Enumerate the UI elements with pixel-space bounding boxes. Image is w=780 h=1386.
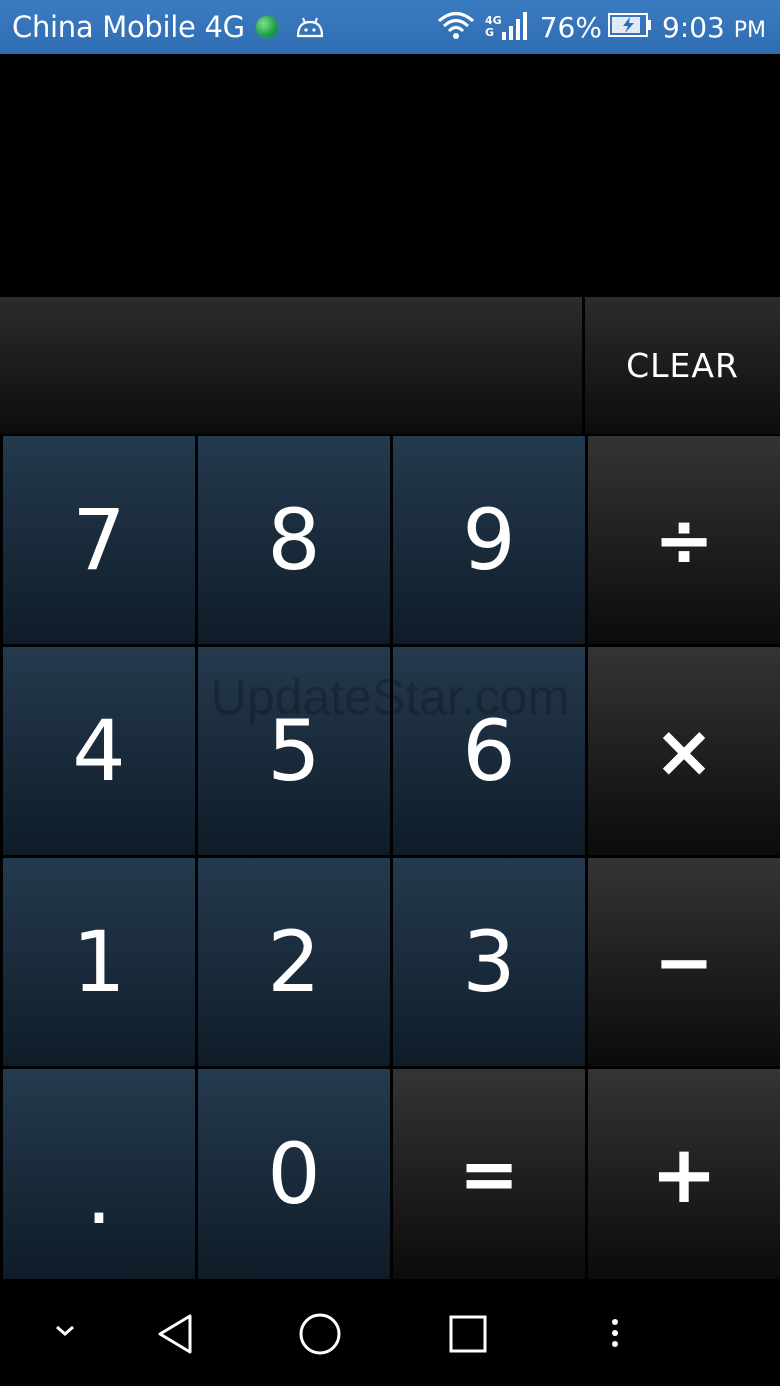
result-display <box>0 54 780 297</box>
globe-icon <box>254 15 279 39</box>
equals-button[interactable]: = <box>393 1069 585 1279</box>
key-2[interactable]: 2 <box>198 858 390 1066</box>
decimal-point-button[interactable]: . <box>3 1069 195 1279</box>
expression-input[interactable] <box>0 297 582 434</box>
recent-apps-icon[interactable] <box>443 1309 493 1359</box>
back-icon[interactable] <box>150 1309 200 1359</box>
more-options-icon[interactable] <box>595 1311 635 1355</box>
key-9[interactable]: 9 <box>393 436 585 644</box>
network-type-bottom: G <box>485 26 495 39</box>
key-6[interactable]: 6 <box>393 647 585 855</box>
network-type: 4G G <box>485 15 502 39</box>
chevron-down-icon[interactable] <box>45 1311 85 1351</box>
key-8[interactable]: 8 <box>198 436 390 644</box>
clock-time: 9:03 <box>661 10 725 44</box>
battery-icon <box>607 12 652 42</box>
home-icon[interactable] <box>295 1309 345 1359</box>
status-bar: China Mobile 4G 4G G 76% 9:03 PM <box>0 0 780 54</box>
multiply-button[interactable]: × <box>588 647 780 855</box>
key-4[interactable]: 4 <box>3 647 195 855</box>
clock: 9:03 PM <box>662 11 766 44</box>
wifi-icon <box>437 10 475 44</box>
clock-ampm: PM <box>733 17 766 43</box>
navigation-bar <box>0 1281 780 1386</box>
add-button[interactable]: + <box>588 1069 780 1279</box>
divide-button[interactable]: ÷ <box>588 436 780 644</box>
key-1[interactable]: 1 <box>3 858 195 1066</box>
carrier-label: China Mobile 4G <box>12 10 245 44</box>
android-icon <box>295 16 325 38</box>
key-7[interactable]: 7 <box>3 436 195 644</box>
key-5[interactable]: 5 <box>198 647 390 855</box>
battery-percent: 76% <box>539 10 602 44</box>
signal-icon <box>501 10 528 44</box>
key-0[interactable]: 0 <box>198 1069 390 1279</box>
clear-button[interactable]: CLEAR <box>585 297 780 434</box>
key-3[interactable]: 3 <box>393 858 585 1066</box>
subtract-button[interactable]: − <box>588 858 780 1066</box>
